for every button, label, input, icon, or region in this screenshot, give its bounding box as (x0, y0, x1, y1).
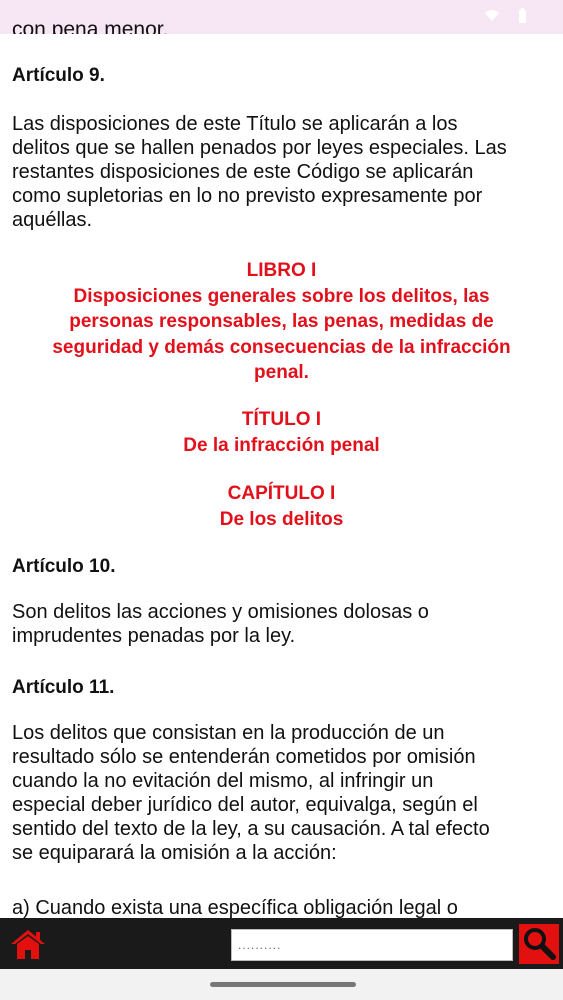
titulo-heading: TÍTULO I (241, 409, 322, 430)
text-line: aquéllas. (12, 209, 93, 231)
text-line: Son delitos las acciones y omisiones dol… (12, 601, 429, 623)
libro-line: personas responsables, las penas, medida… (69, 311, 494, 332)
article-10-title: Artículo 10. (12, 556, 116, 577)
libro-heading: LIBRO I (246, 260, 317, 281)
magnifier-icon (524, 928, 556, 960)
search-button[interactable] (519, 924, 559, 964)
home-button[interactable] (10, 928, 46, 960)
text-line: imprudentes penadas por la ley. (12, 625, 296, 647)
status-bar: con pena menor. (0, 0, 563, 34)
text-line: resultado sólo se entenderán cometidos p… (12, 746, 476, 768)
titulo-heading-block: TÍTULO I De la infracción penal (12, 407, 551, 458)
article-9-text: Las disposiciones de este Título se apli… (12, 112, 551, 232)
article-9-title: Artículo 9. (12, 65, 105, 86)
home-icon (11, 930, 45, 959)
text-line: Los delitos que consistan en la producci… (12, 722, 445, 744)
libro-line: penal. (254, 362, 309, 383)
libro-line: Disposiciones generales sobre los delito… (73, 285, 490, 307)
capitulo-subheading: De los delitos (219, 508, 344, 530)
titulo-subheading: De la infracción penal (183, 434, 380, 456)
article-11-title: Artículo 11. (12, 677, 115, 698)
cut-off-text: con pena menor. (12, 18, 169, 34)
libro-line: seguridad y demás consecuencias de la in… (52, 336, 511, 358)
text-line: se equiparará la omisión a la acción: (12, 842, 337, 864)
article-10-text: Son delitos las acciones y omisiones dol… (12, 600, 551, 648)
battery-icon (519, 8, 526, 23)
article-11-item-a: a) Cuando exista una específica obligaci… (12, 897, 458, 918)
text-line: como supletorias en lo no previsto expre… (12, 185, 483, 207)
text-line: restantes disposiciones de este Código s… (12, 161, 474, 183)
article-content[interactable]: Artículo 9. Las disposiciones de este Tí… (0, 34, 563, 918)
text-line: cuando la no evitación del mismo, al inf… (12, 770, 434, 792)
article-11-text: Los delitos que consistan en la producci… (12, 721, 551, 865)
text-line: delitos que se hallen penados por leyes … (12, 137, 507, 159)
gesture-handle[interactable] (210, 982, 356, 987)
search-input[interactable] (231, 929, 513, 961)
text-line: especial deber jurídico del autor, equiv… (12, 794, 478, 816)
bottom-toolbar (0, 918, 563, 969)
text-line: Las disposiciones de este Título se apli… (12, 113, 458, 135)
capitulo-heading: CAPÍTULO I (227, 483, 336, 504)
text-line: sentido del texto de la ley, a su causac… (12, 818, 490, 840)
wifi-icon (485, 10, 499, 21)
libro-heading-block: LIBRO I Disposiciones generales sobre lo… (12, 258, 551, 386)
capitulo-heading-block: CAPÍTULO I De los delitos (12, 481, 551, 532)
system-navigation-bar (0, 969, 563, 1000)
